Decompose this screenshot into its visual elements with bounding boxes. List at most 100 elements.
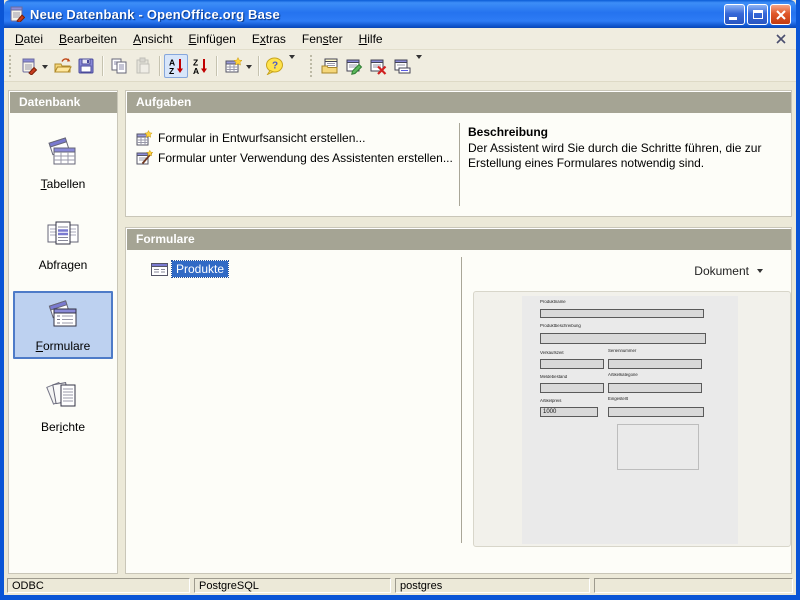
sort-descending-icon[interactable]: ZA — [188, 54, 212, 78]
preview-field — [608, 359, 702, 369]
close-button[interactable] — [770, 4, 791, 25]
toolbar-separator — [102, 56, 103, 76]
new-database-dropdown-icon[interactable] — [42, 65, 48, 72]
form-wizard-icon — [136, 150, 153, 166]
preview-field-label: Meldebestand — [540, 375, 567, 379]
form-item-label: Produkte — [172, 261, 228, 277]
close-icon — [775, 9, 787, 21]
menu-extras[interactable]: Extras — [244, 29, 294, 49]
forms-divider — [461, 257, 462, 543]
copy-icon[interactable] — [107, 54, 131, 78]
tasks-panel: Aufgaben Formular in Entwurfsansicht ers… — [125, 90, 792, 217]
queries-icon — [43, 217, 83, 255]
maximize-button[interactable] — [747, 4, 768, 25]
preview-field — [540, 333, 706, 344]
preview-field-label: Produktbeschreibung — [540, 324, 581, 328]
preview-field-label: Verkaufszeit — [540, 351, 564, 355]
new-database-icon[interactable] — [17, 54, 41, 78]
svg-text:A: A — [193, 66, 199, 75]
content-column: Aufgaben Formular in Entwurfsansicht ers… — [125, 90, 792, 574]
menu-fenster[interactable]: Fenster — [294, 29, 351, 49]
chevron-down-icon — [757, 269, 763, 276]
paste-icon — [131, 54, 155, 78]
base-window: Neue Datenbank - OpenOffice.org Base Dat… — [0, 0, 800, 600]
toolbar-separator — [216, 56, 217, 76]
open-form-icon[interactable] — [318, 54, 342, 78]
document-close-icon[interactable] — [776, 34, 786, 44]
toolbar-overflow-icon[interactable] — [289, 59, 295, 77]
save-icon[interactable] — [74, 54, 98, 78]
reports-icon — [43, 379, 83, 417]
new-object-icon[interactable] — [221, 54, 245, 78]
app-icon — [9, 6, 25, 22]
form-item-produkte[interactable]: Produkte — [151, 261, 228, 277]
sidebar-item-abfragen[interactable]: Abfragen — [13, 210, 113, 278]
preview-field-label: Seriennummer — [608, 349, 636, 353]
status-db-user: postgres — [395, 578, 590, 593]
preview-field — [608, 407, 704, 417]
form-preview: Produktname Produktbeschreibung Verkaufs… — [473, 291, 791, 547]
sidebar-item-formulare[interactable]: Formulare — [13, 291, 113, 359]
form-toolbar-overflow-icon[interactable] — [416, 59, 422, 77]
forms-header: Formulare — [126, 228, 791, 250]
sidebar-item-label: Abfragen — [39, 258, 88, 272]
main-area: Datenbank Tabellen Abfragen — [4, 82, 796, 576]
form-document-icon — [151, 263, 168, 276]
minimize-button[interactable] — [724, 4, 745, 25]
task-create-form-wizard[interactable]: Formular unter Verwendung des Assistente… — [136, 149, 459, 167]
preview-field-label: Artikelpreis — [540, 399, 561, 403]
toolbar-grip[interactable] — [8, 55, 13, 77]
window-title: Neue Datenbank - OpenOffice.org Base — [30, 7, 724, 22]
form-design-icon — [136, 130, 153, 146]
edit-form-icon[interactable] — [342, 54, 366, 78]
toolbar-separator — [258, 56, 259, 76]
document-dropdown[interactable]: Dokument — [694, 264, 763, 278]
menu-datei[interactable]: Datei — [7, 29, 51, 49]
statusbar: ODBC PostgreSQL postgres — [4, 576, 796, 595]
preview-field — [540, 383, 604, 393]
tables-icon — [43, 136, 83, 174]
task-create-form-design[interactable]: Formular in Entwurfsansicht erstellen... — [136, 129, 459, 147]
description-panel: Beschreibung Der Assistent wird Sie durc… — [460, 113, 791, 216]
preview-field-label: Artikelkategorie — [608, 373, 638, 377]
task-label: Formular in Entwurfsansicht erstellen... — [158, 131, 365, 145]
form-toolbar-grip[interactable] — [309, 55, 314, 77]
menu-ansicht[interactable]: Ansicht — [125, 29, 180, 49]
sidebar-item-label: Formulare — [36, 339, 91, 353]
preview-field — [540, 359, 604, 369]
preview-field — [608, 383, 702, 393]
document-dropdown-label: Dokument — [694, 264, 749, 278]
help-icon[interactable]: ? — [263, 54, 287, 78]
menu-bearbeiten[interactable]: Bearbeiten — [51, 29, 125, 49]
form-preview-page: Produktname Produktbeschreibung Verkaufs… — [522, 296, 738, 544]
minimize-icon — [729, 17, 737, 20]
status-empty — [594, 578, 793, 593]
menu-einfuegen[interactable]: Einfügen — [180, 29, 243, 49]
toolbar-separator — [159, 56, 160, 76]
new-object-dropdown-icon[interactable] — [246, 65, 252, 72]
window-controls — [724, 4, 791, 25]
rename-form-icon[interactable] — [390, 54, 414, 78]
preview-field-value: 1000 — [540, 407, 598, 417]
titlebar[interactable]: Neue Datenbank - OpenOffice.org Base — [4, 0, 796, 28]
svg-text:?: ? — [272, 60, 278, 71]
status-db-driver: PostgreSQL — [194, 578, 391, 593]
sidebar-item-tabellen[interactable]: Tabellen — [13, 129, 113, 197]
sidebar-item-berichte[interactable]: Berichte — [13, 372, 113, 440]
sort-ascending-icon[interactable]: AZ — [164, 54, 188, 78]
preview-image-box — [617, 424, 699, 470]
preview-field-label: Eingestellt — [608, 397, 628, 401]
sidebar-header: Datenbank — [9, 91, 117, 113]
preview-field — [540, 309, 704, 318]
maximize-icon — [753, 10, 763, 19]
preview-field-label: Produktname — [540, 300, 566, 304]
menubar: Datei Bearbeiten Ansicht Einfügen Extras… — [4, 28, 796, 50]
forms-panel: Formulare Produkte Dokument — [125, 227, 792, 574]
description-body: Der Assistent wird Sie durch die Schritt… — [468, 141, 781, 171]
menu-hilfe[interactable]: Hilfe — [351, 29, 391, 49]
open-icon[interactable] — [50, 54, 74, 78]
status-db-type: ODBC — [7, 578, 190, 593]
sidebar-item-label: Tabellen — [41, 177, 86, 191]
delete-form-icon[interactable] — [366, 54, 390, 78]
database-sidebar: Datenbank Tabellen Abfragen — [8, 90, 118, 574]
